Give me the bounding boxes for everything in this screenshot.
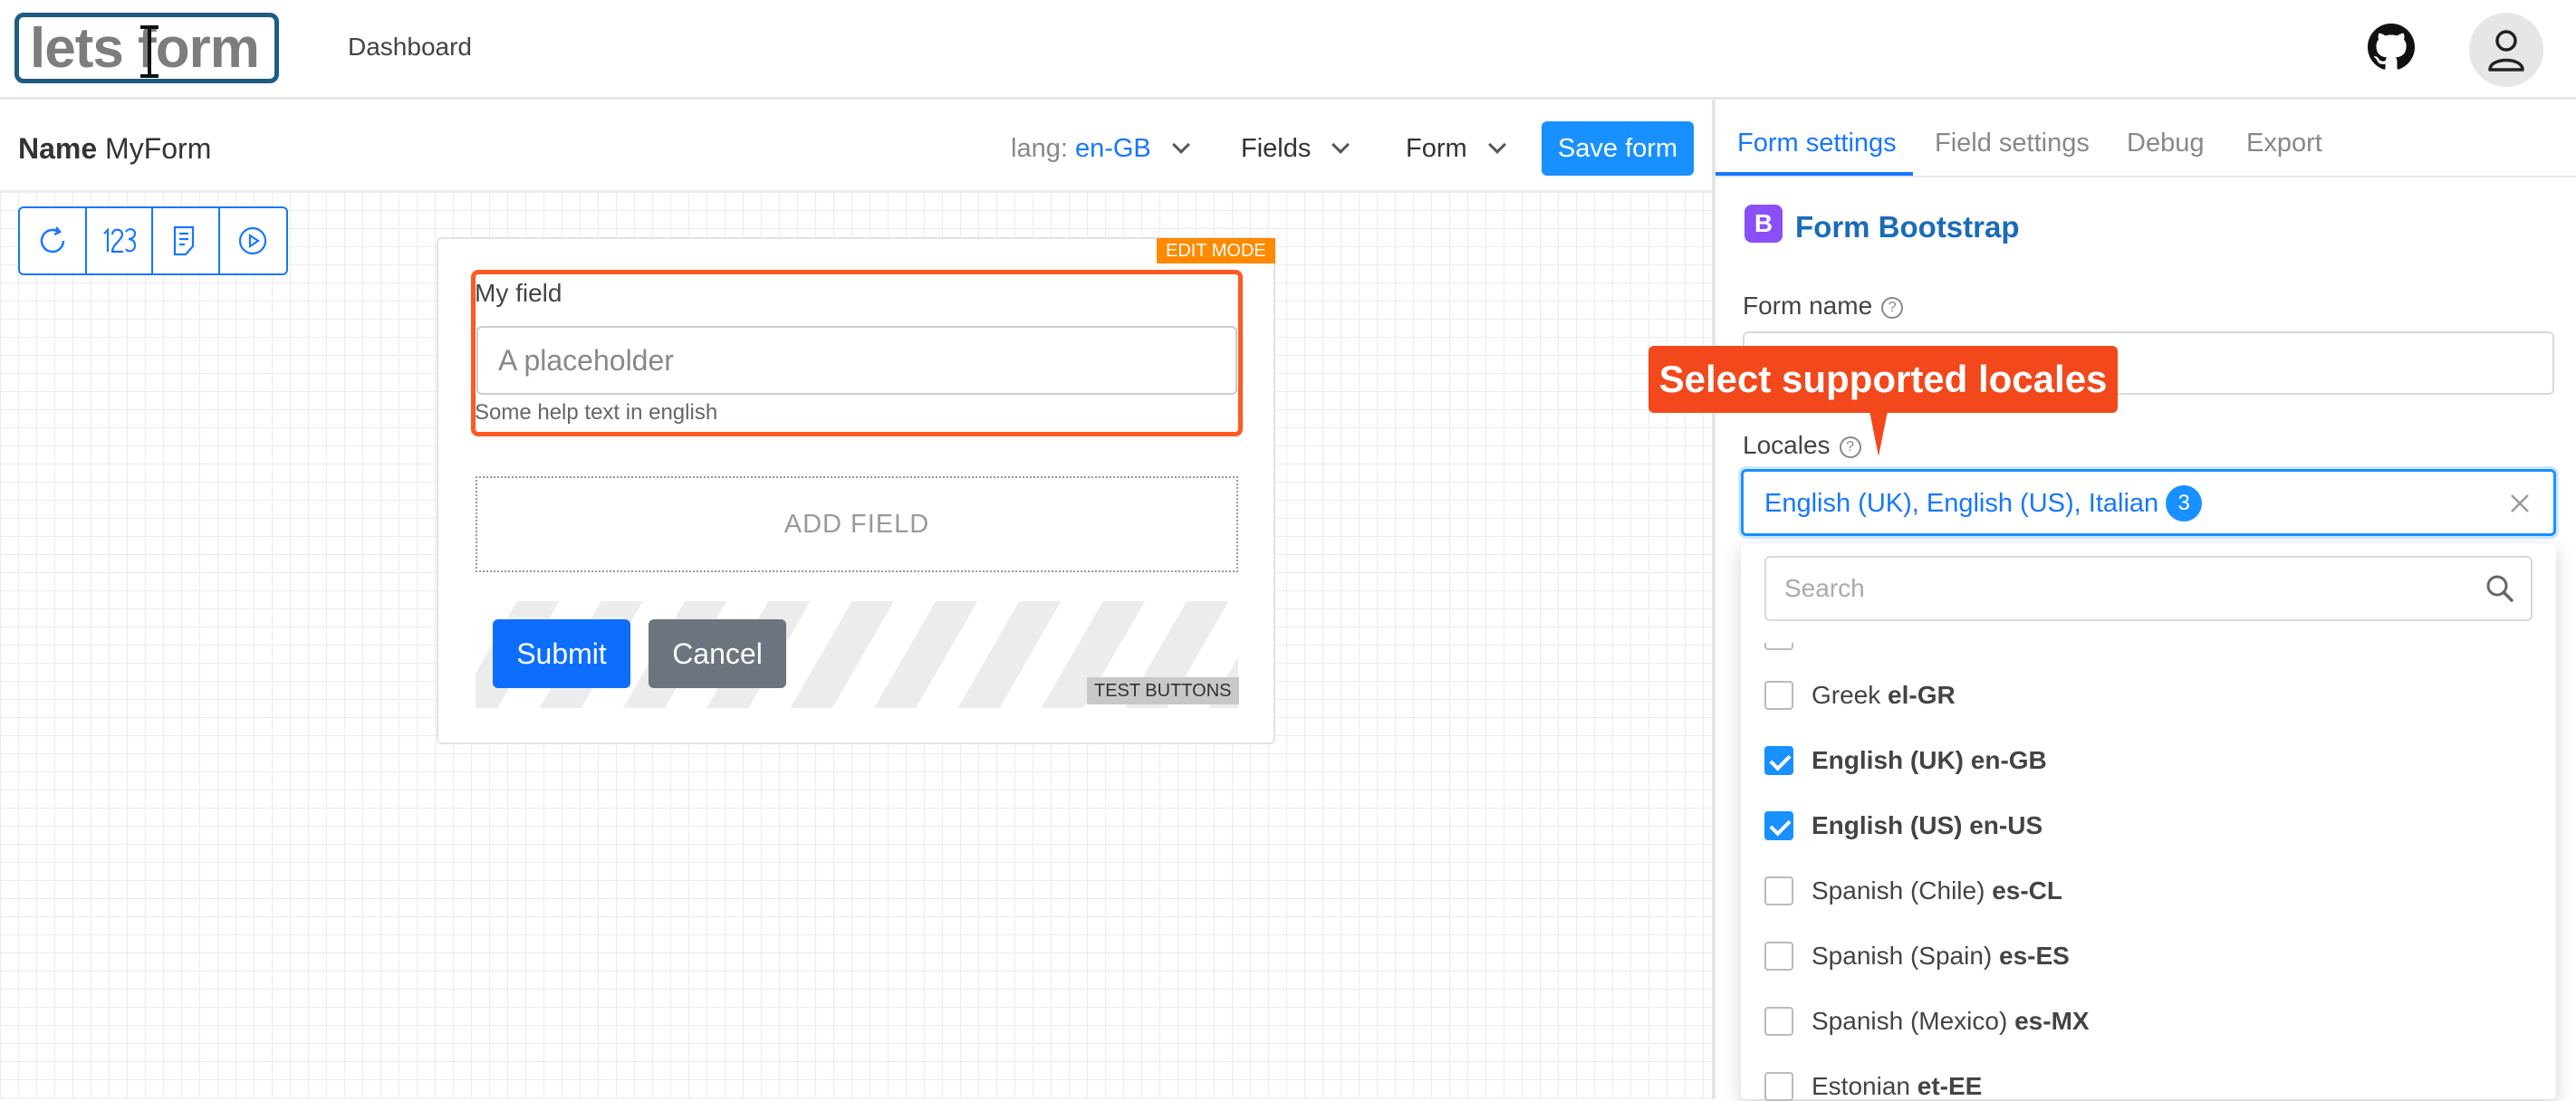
play-circle-icon xyxy=(239,226,267,255)
user-avatar[interactable] xyxy=(2469,13,2543,87)
lang-label: lang: xyxy=(1011,134,1068,163)
option-label[interactable]: Estonian et-EE xyxy=(1812,1072,1982,1101)
option-code: el-GR xyxy=(1888,681,1956,709)
text-cursor-icon xyxy=(140,25,159,78)
option-checkbox-partial xyxy=(1764,643,1793,650)
test-buttons-badge: TEST BUTTONS xyxy=(1087,677,1239,704)
lang-selector[interactable]: lang: en-GB xyxy=(1011,134,1190,164)
github-icon[interactable] xyxy=(2368,24,2415,71)
option-checkbox[interactable] xyxy=(1764,1007,1793,1036)
locales-label: Locales? xyxy=(1743,431,1861,461)
option-code: es-CL xyxy=(1992,876,2062,905)
option-name: Spanish (Spain) xyxy=(1812,942,1993,970)
option-checkbox[interactable] xyxy=(1764,746,1793,775)
option-name: Spanish (Mexico) xyxy=(1812,1007,2008,1035)
framework-title: Form Bootstrap xyxy=(1795,210,2020,244)
app-header: lets form Dashboard xyxy=(0,0,2576,100)
search-placeholder: Search xyxy=(1784,574,1865,602)
edit-mode-badge: EDIT MODE xyxy=(1157,238,1275,263)
tab-form-settings[interactable]: Form settings xyxy=(1737,129,1897,158)
option-name: Estonian xyxy=(1812,1072,1910,1100)
field-input[interactable]: A placeholder xyxy=(476,326,1237,395)
form-menu-label: Form xyxy=(1406,134,1467,163)
option-checkbox[interactable] xyxy=(1764,681,1793,710)
chevron-down-icon xyxy=(1171,136,1190,154)
option-checkbox[interactable] xyxy=(1764,942,1793,971)
app-logo[interactable]: lets form xyxy=(14,13,279,83)
option-label[interactable]: English (US) en-US xyxy=(1812,811,2043,840)
locales-search-input[interactable] xyxy=(1764,556,2533,621)
form-menu[interactable]: Form xyxy=(1406,134,1506,164)
option-name: Greek xyxy=(1812,681,1881,709)
save-form-button[interactable]: Save form xyxy=(1542,121,1694,176)
option-code: en-US xyxy=(1969,811,2043,839)
reset-button[interactable] xyxy=(20,208,87,273)
field-help-text: Some help text in english xyxy=(475,400,718,425)
option-label[interactable]: Spanish (Spain) es-ES xyxy=(1812,942,2070,971)
field-label: My field xyxy=(475,279,562,307)
locales-count-badge: 3 xyxy=(2166,485,2203,522)
nav-dashboard-link[interactable]: Dashboard xyxy=(348,33,472,62)
form-name-value: MyForm xyxy=(105,132,212,165)
help-icon[interactable]: ? xyxy=(1881,297,1904,319)
form-name-display: Name MyForm xyxy=(18,132,211,166)
option-label[interactable]: Spanish (Mexico) es-MX xyxy=(1812,1007,2090,1036)
option-checkbox[interactable] xyxy=(1764,811,1793,840)
document-icon xyxy=(173,225,194,256)
preview-button[interactable] xyxy=(220,208,286,273)
locales-label-text: Locales xyxy=(1743,431,1831,459)
tab-export[interactable]: Export xyxy=(2246,129,2322,158)
option-label[interactable]: Greek el-GR xyxy=(1812,681,1956,710)
active-tab-indicator xyxy=(1716,172,1913,176)
help-icon[interactable]: ? xyxy=(1839,436,1861,458)
numbers-icon xyxy=(103,227,137,254)
settings-tabs: Form settings Field settings Debug Expor… xyxy=(1716,101,2576,177)
refresh-icon xyxy=(40,226,64,254)
locales-tooltip: Select supported locales xyxy=(1648,346,2118,413)
json-view-button[interactable] xyxy=(153,208,220,273)
user-icon xyxy=(2488,30,2524,72)
form-name-label: Form name? xyxy=(1743,292,1904,321)
form-name-label-text: Form name xyxy=(1743,292,1873,320)
fields-menu[interactable]: Fields xyxy=(1241,134,1350,164)
option-checkbox[interactable] xyxy=(1764,1072,1793,1101)
close-icon[interactable] xyxy=(2509,493,2531,514)
option-code: en-GB xyxy=(1970,746,2047,774)
option-name: English (UK) xyxy=(1812,746,1964,774)
option-code: es-ES xyxy=(1999,942,2070,970)
option-label[interactable]: Spanish (Chile) es-CL xyxy=(1812,876,2062,905)
lang-value: en-GB xyxy=(1074,134,1151,163)
chevron-down-icon xyxy=(1487,136,1506,154)
tooltip-pointer xyxy=(1870,411,1888,456)
canvas-tools xyxy=(18,206,288,275)
bootstrap-icon: B xyxy=(1745,205,1783,243)
option-code: es-MX xyxy=(2014,1007,2090,1035)
name-label: Name xyxy=(18,132,98,165)
option-code: et-EE xyxy=(1917,1072,1983,1100)
tab-field-settings[interactable]: Field settings xyxy=(1935,129,2090,158)
field-numbers-button[interactable] xyxy=(87,208,153,273)
option-name: Spanish (Chile) xyxy=(1812,876,1985,905)
fields-menu-label: Fields xyxy=(1241,134,1312,163)
form-toolbar: Name MyForm lang: en-GB Fields Form Save… xyxy=(0,101,1712,192)
option-label[interactable]: English (UK) en-GB xyxy=(1812,746,2047,775)
chevron-down-icon xyxy=(1331,136,1350,154)
locales-selected-value: English (UK), English (US), Italian 3 xyxy=(1764,485,2203,523)
search-icon xyxy=(2486,575,2514,602)
cancel-button[interactable]: Cancel xyxy=(649,619,786,688)
option-name: English (US) xyxy=(1812,811,1963,839)
tab-debug[interactable]: Debug xyxy=(2127,129,2204,158)
submit-button[interactable]: Submit xyxy=(493,619,630,688)
option-checkbox[interactable] xyxy=(1764,876,1793,905)
locales-value-text: English (UK), English (US), Italian xyxy=(1764,489,2159,518)
add-field-button[interactable]: ADD FIELD xyxy=(476,476,1238,572)
